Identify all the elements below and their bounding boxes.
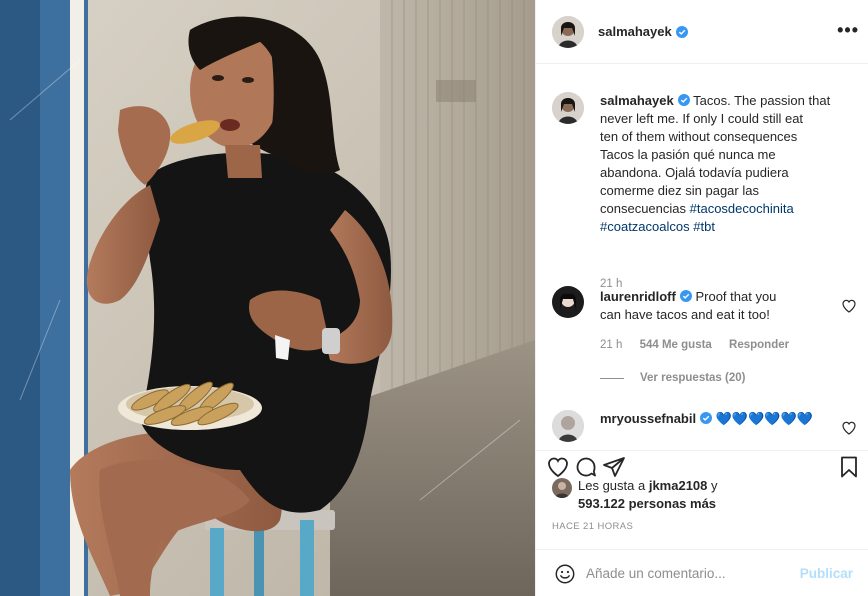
comment-verified-icon (700, 412, 713, 424)
comment-avatar[interactable] (552, 410, 584, 442)
comment-text: mryoussefnabil 💙💙💙💙💙💙 (600, 410, 840, 428)
add-comment-bar: Publicar (536, 549, 868, 596)
more-options-button[interactable]: ••• (837, 20, 859, 41)
verified-badge-icon (675, 25, 688, 38)
comment-username[interactable]: mryoussefnabil (600, 411, 696, 426)
author-username[interactable]: salmahayek (598, 24, 672, 39)
comment-meta: 21 h 544 Me gusta Responder (600, 339, 803, 351)
view-replies-button[interactable]: Ver respuestas (20) (600, 372, 745, 384)
reply-button[interactable]: Responder (729, 339, 789, 351)
post-side-panel: salmahayek ••• salmahayek Tacos. The pas… (535, 0, 868, 596)
caption-line: abandona. Ojalá todavía pudiera (600, 165, 789, 180)
publish-button[interactable]: Publicar (800, 566, 853, 581)
comment-verified-icon (679, 290, 692, 302)
liker-username[interactable]: jkma2108 (649, 478, 708, 493)
hashtag-link[interactable]: #tacosdecochinita (690, 201, 794, 216)
view-replies-label: Ver respuestas (20) (640, 372, 746, 384)
comment-avatar[interactable] (552, 286, 584, 318)
caption-avatar[interactable] (552, 92, 584, 124)
comment-like-heart-icon[interactable] (841, 420, 857, 436)
caption-verified-icon (677, 94, 690, 106)
likes-count[interactable]: 593.122 personas más (578, 496, 716, 511)
comment-input[interactable] (586, 566, 786, 581)
action-icons (546, 455, 626, 479)
likes-text: Les gusta a jkma2108 y 593.122 personas … (578, 477, 838, 513)
likes-prefix: Les gusta a (578, 478, 649, 493)
comment-likes-count[interactable]: 544 Me gusta (640, 339, 712, 351)
hashtag-link[interactable]: #coatzacoalcos (600, 219, 690, 234)
comments-list[interactable]: salmahayek Tacos. The passion that never… (536, 64, 868, 450)
post-actions: Les gusta a jkma2108 y 593.122 personas … (536, 450, 868, 596)
post-timestamp[interactable]: HACE 21 HORAS (552, 521, 633, 532)
caption-line: Tacos. The passion that (693, 93, 831, 108)
comment-line: can have tacos and eat it too! (600, 307, 770, 322)
comment-time[interactable]: 21 h (600, 339, 622, 351)
replies-divider (600, 377, 624, 379)
likes-connector: y (707, 478, 718, 493)
like-heart-icon[interactable] (546, 455, 570, 479)
caption-line: consecuencias (600, 201, 686, 216)
comment-text: laurenridloff Proof that you can have ta… (600, 288, 840, 324)
caption-line: comerme diez sin pagar las (600, 183, 759, 198)
caption-text: salmahayek Tacos. The passion that never… (600, 92, 845, 236)
post-viewer: salmahayek ••• salmahayek Tacos. The pas… (0, 0, 868, 596)
hashtag-link[interactable]: #tbt (693, 219, 715, 234)
photo-illustration (0, 0, 535, 596)
comment-bubble-icon[interactable] (574, 455, 598, 479)
likes-summary: Les gusta a jkma2108 y 593.122 personas … (552, 477, 838, 513)
comment-emojis: 💙💙💙💙💙💙 (715, 411, 813, 426)
emoji-smiley-icon[interactable] (554, 563, 576, 585)
author-avatar[interactable] (552, 15, 584, 48)
save-bookmark-icon[interactable] (837, 455, 861, 479)
post-photo[interactable] (0, 0, 535, 596)
comment-username[interactable]: laurenridloff (600, 289, 676, 304)
caption-line: ten of them without consequences (600, 129, 798, 144)
caption-line: Tacos la pasión qué nunca me (600, 147, 776, 162)
comment-line: Proof that you (695, 289, 777, 304)
caption-username[interactable]: salmahayek (600, 93, 674, 108)
liker-avatar[interactable] (552, 478, 572, 498)
comment-like-heart-icon[interactable] (841, 298, 857, 314)
post-header: salmahayek ••• (536, 0, 868, 64)
share-paper-plane-icon[interactable] (602, 455, 626, 479)
caption-line: never left me. If only I could still eat (600, 111, 804, 126)
